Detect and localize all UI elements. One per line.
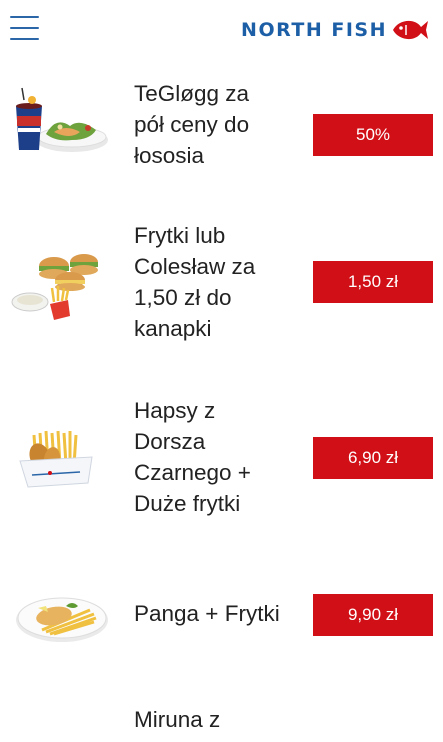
fish-bites-fries-box-image — [19, 430, 93, 488]
promo-name: Panga + Frytki — [134, 601, 280, 626]
price-button[interactable]: 50% — [313, 114, 433, 156]
menu-icon-bar — [10, 27, 39, 29]
promo-name: Frytki lub Colesław za 1,50 zł do kanapk… — [134, 223, 256, 341]
logo-text: NORTH FISH — [241, 19, 387, 41]
drink-and-salmon-salad-image — [16, 87, 108, 152]
sandwiches-fries-coleslaw-image — [11, 254, 98, 320]
promo-item[interactable]: Frytki lub Colesław za 1,50 zł do kanapk… — [0, 220, 443, 350]
fish-logo-icon — [393, 20, 428, 40]
panga-fries-plate-image — [16, 597, 108, 642]
price-button[interactable]: 1,50 zł — [313, 261, 433, 303]
app-header: NORTH FISH — [0, 0, 443, 62]
promo-item[interactable]: Miruna z — [0, 702, 443, 742]
promo-item[interactable]: Hapsy z Dorsza Czarnego + Duże frytki 6,… — [0, 395, 443, 525]
menu-icon-bar — [10, 16, 39, 18]
menu-icon-bar — [10, 38, 39, 40]
price-button[interactable]: 6,90 zł — [313, 437, 433, 479]
promo-name: TeGløgg za pół ceny do łososia — [134, 81, 250, 168]
menu-icon[interactable] — [10, 14, 40, 42]
north-fish-logo[interactable]: NORTH FISH — [241, 15, 429, 45]
promo-name: Hapsy z Dorsza Czarnego + Duże frytki — [134, 398, 251, 516]
price-button[interactable]: 9,90 zł — [313, 594, 433, 636]
promo-item[interactable]: Panga + Frytki 9,90 zł — [0, 586, 443, 666]
promo-item[interactable]: TeGløgg za pół ceny do łososia 50% — [0, 74, 443, 194]
promo-name: Miruna z — [134, 707, 221, 732]
